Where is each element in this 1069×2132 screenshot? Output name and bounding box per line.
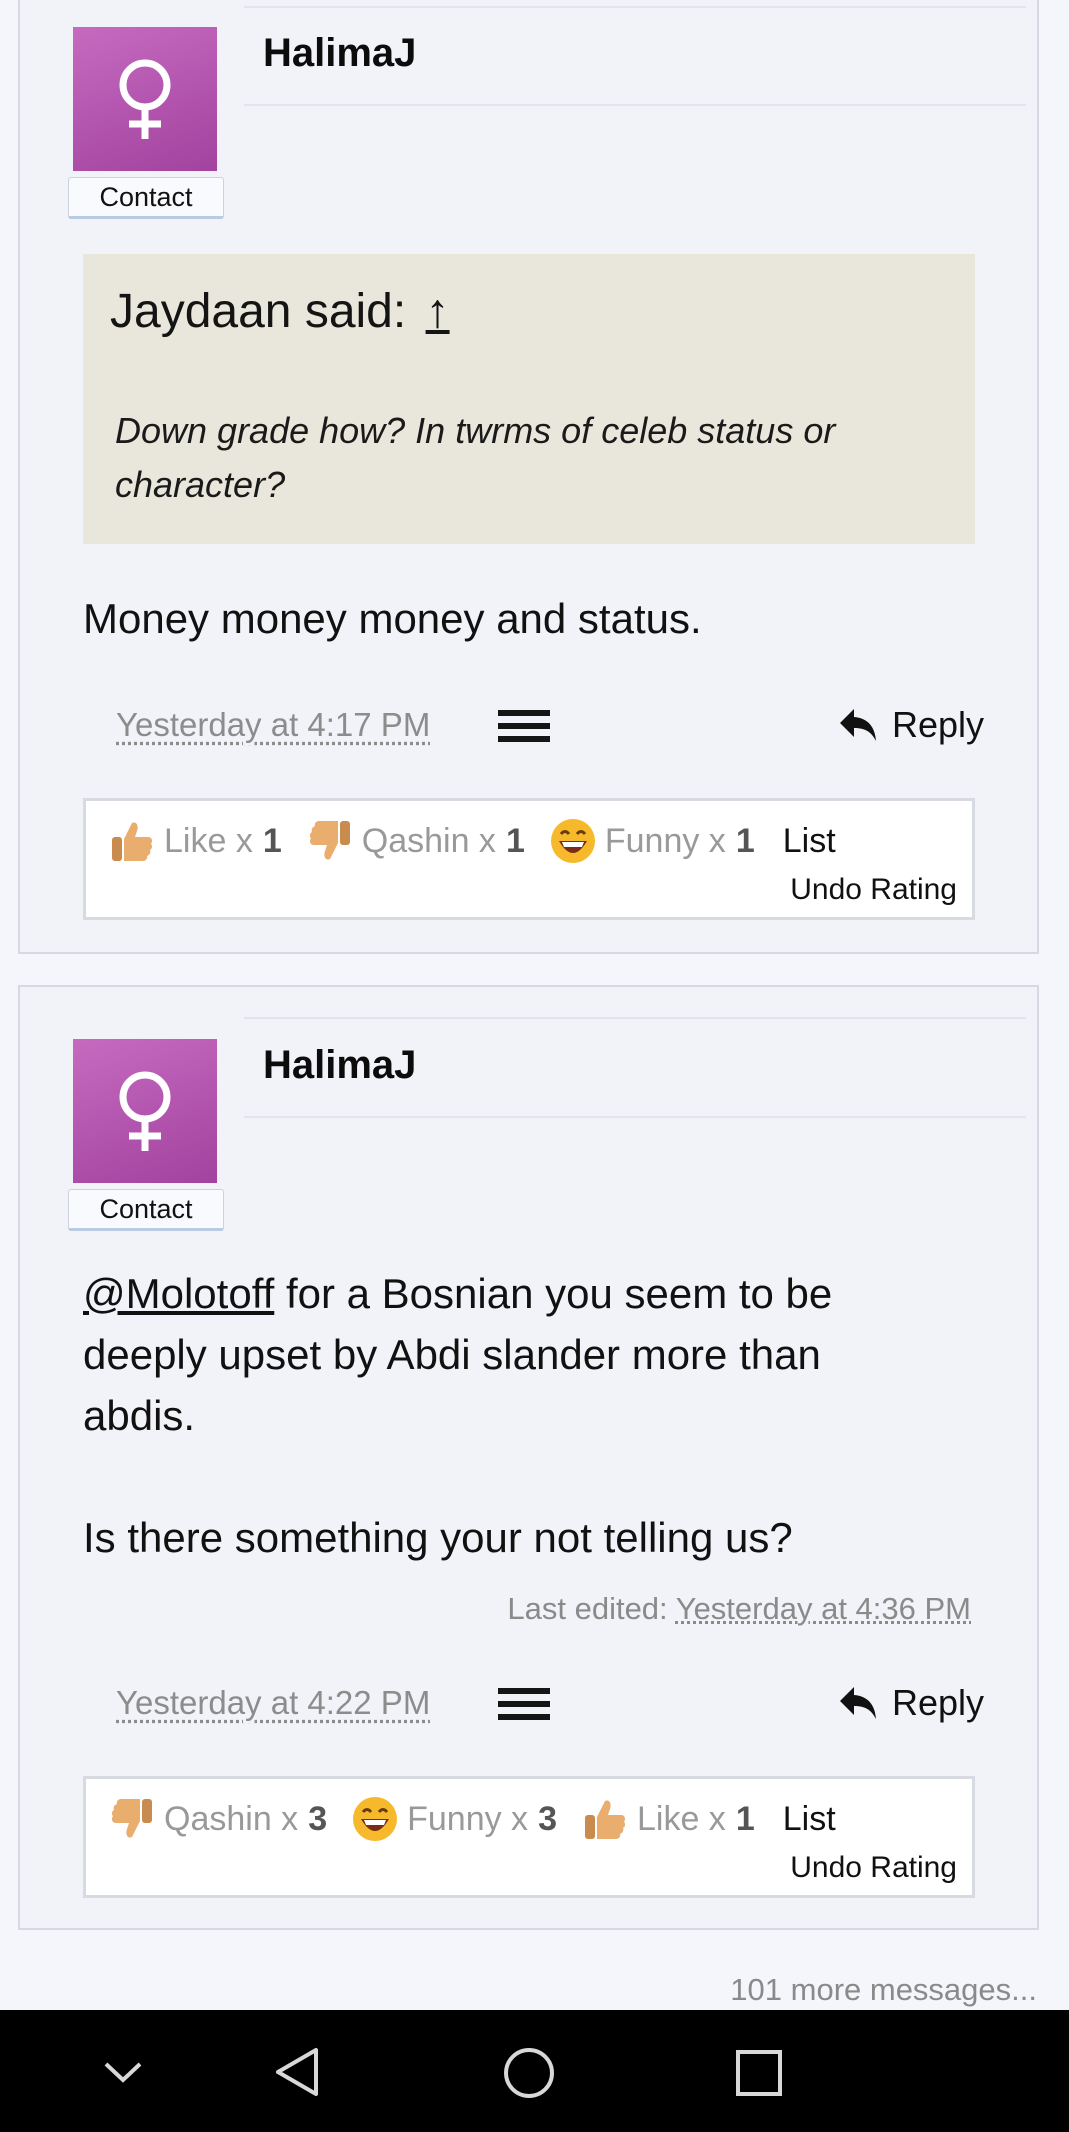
chevron-down-icon[interactable] — [100, 2052, 146, 2092]
female-symbol-icon — [119, 1071, 171, 1151]
ratings-list-link[interactable]: List — [783, 1800, 836, 1839]
rating-funny[interactable]: Funny x3 — [351, 1795, 557, 1843]
reply-arrow-icon — [840, 1687, 876, 1719]
hamburger-icon — [498, 1688, 550, 1694]
post: Contact HalimaJ Jaydaan said: ↑ Down gra… — [18, 0, 1039, 954]
username-divider — [244, 1116, 1026, 1118]
ratings-list-link[interactable]: List — [783, 822, 836, 861]
reply-button[interactable]: Reply — [838, 1682, 984, 1724]
system-navigation-bar — [0, 2010, 1069, 2132]
post-menu-button[interactable] — [498, 710, 550, 744]
avatar[interactable] — [73, 27, 217, 171]
laughing-face-icon — [550, 819, 595, 863]
username-divider — [244, 104, 1026, 106]
user-mention-link[interactable]: @Molotoff — [83, 1270, 274, 1317]
rating-funny[interactable]: Funny x1 — [549, 817, 755, 865]
thumbs-down-icon — [309, 821, 350, 860]
quote-block: Jaydaan said: ↑ Down grade how? In twrms… — [83, 254, 975, 544]
undo-rating-link[interactable]: Undo Rating — [790, 1851, 957, 1885]
message-body: @Molotoff for a Bosnian you seem to be d… — [83, 1270, 833, 1439]
message-body: Money money money and status. — [83, 595, 702, 642]
more-messages-link[interactable]: 101 more messages... — [730, 1972, 1037, 2008]
recents-square-icon[interactable] — [734, 2048, 784, 2098]
contact-button[interactable]: Contact — [68, 1189, 224, 1231]
home-circle-icon[interactable] — [502, 2046, 556, 2100]
thumbs-up-icon — [584, 1800, 626, 1839]
rating-like[interactable]: Like x1 — [581, 1795, 755, 1843]
post-timestamp[interactable]: Yesterday at 4:17 PM — [116, 706, 430, 744]
post-timestamp[interactable]: Yesterday at 4:22 PM — [116, 1684, 430, 1722]
divider — [244, 6, 1026, 8]
jump-to-quote-link[interactable]: ↑ — [426, 285, 450, 338]
hamburger-icon — [498, 710, 550, 716]
quote-text: Down grade how? In twrms of celeb status… — [115, 410, 836, 505]
reply-arrow-icon — [840, 709, 876, 741]
rating-like[interactable]: Like x1 — [108, 817, 282, 865]
last-edited-time[interactable]: Yesterday at 4:36 PM — [676, 1591, 971, 1626]
laughing-face-icon — [353, 1797, 398, 1841]
reply-button[interactable]: Reply — [838, 704, 984, 746]
username[interactable]: HalimaJ — [263, 1043, 416, 1088]
post-menu-button[interactable] — [498, 1688, 550, 1722]
quote-header: Jaydaan said: ↑ — [110, 284, 450, 339]
thumbs-up-icon — [112, 822, 153, 861]
rating-qashin[interactable]: Qashin x3 — [108, 1795, 327, 1843]
quote-author: Jaydaan said: — [110, 285, 407, 338]
rating-qashin[interactable]: Qashin x1 — [306, 817, 525, 865]
divider — [244, 1017, 1026, 1019]
thumbs-down-icon — [111, 1799, 152, 1838]
reply-label: Reply — [892, 1682, 985, 1723]
female-symbol-icon — [119, 59, 171, 139]
back-triangle-icon[interactable] — [272, 2046, 322, 2098]
post: Contact HalimaJ @Molotoff for a Bosnian … — [18, 985, 1039, 1930]
reply-label: Reply — [892, 704, 985, 745]
username[interactable]: HalimaJ — [263, 31, 416, 76]
ratings-bar: Qashin x3 Funny x3 Like x1 List Undo Rat… — [83, 1776, 975, 1898]
avatar[interactable] — [73, 1039, 217, 1183]
ratings-bar: Like x1 Qashin x1 Funny x1 List Undo Rat… — [83, 798, 975, 920]
contact-button[interactable]: Contact — [68, 177, 224, 219]
undo-rating-link[interactable]: Undo Rating — [790, 873, 957, 907]
last-edited: Last edited: Yesterday at 4:36 PM — [507, 1591, 971, 1626]
message-line: Is there something your not telling us? — [83, 1514, 793, 1561]
